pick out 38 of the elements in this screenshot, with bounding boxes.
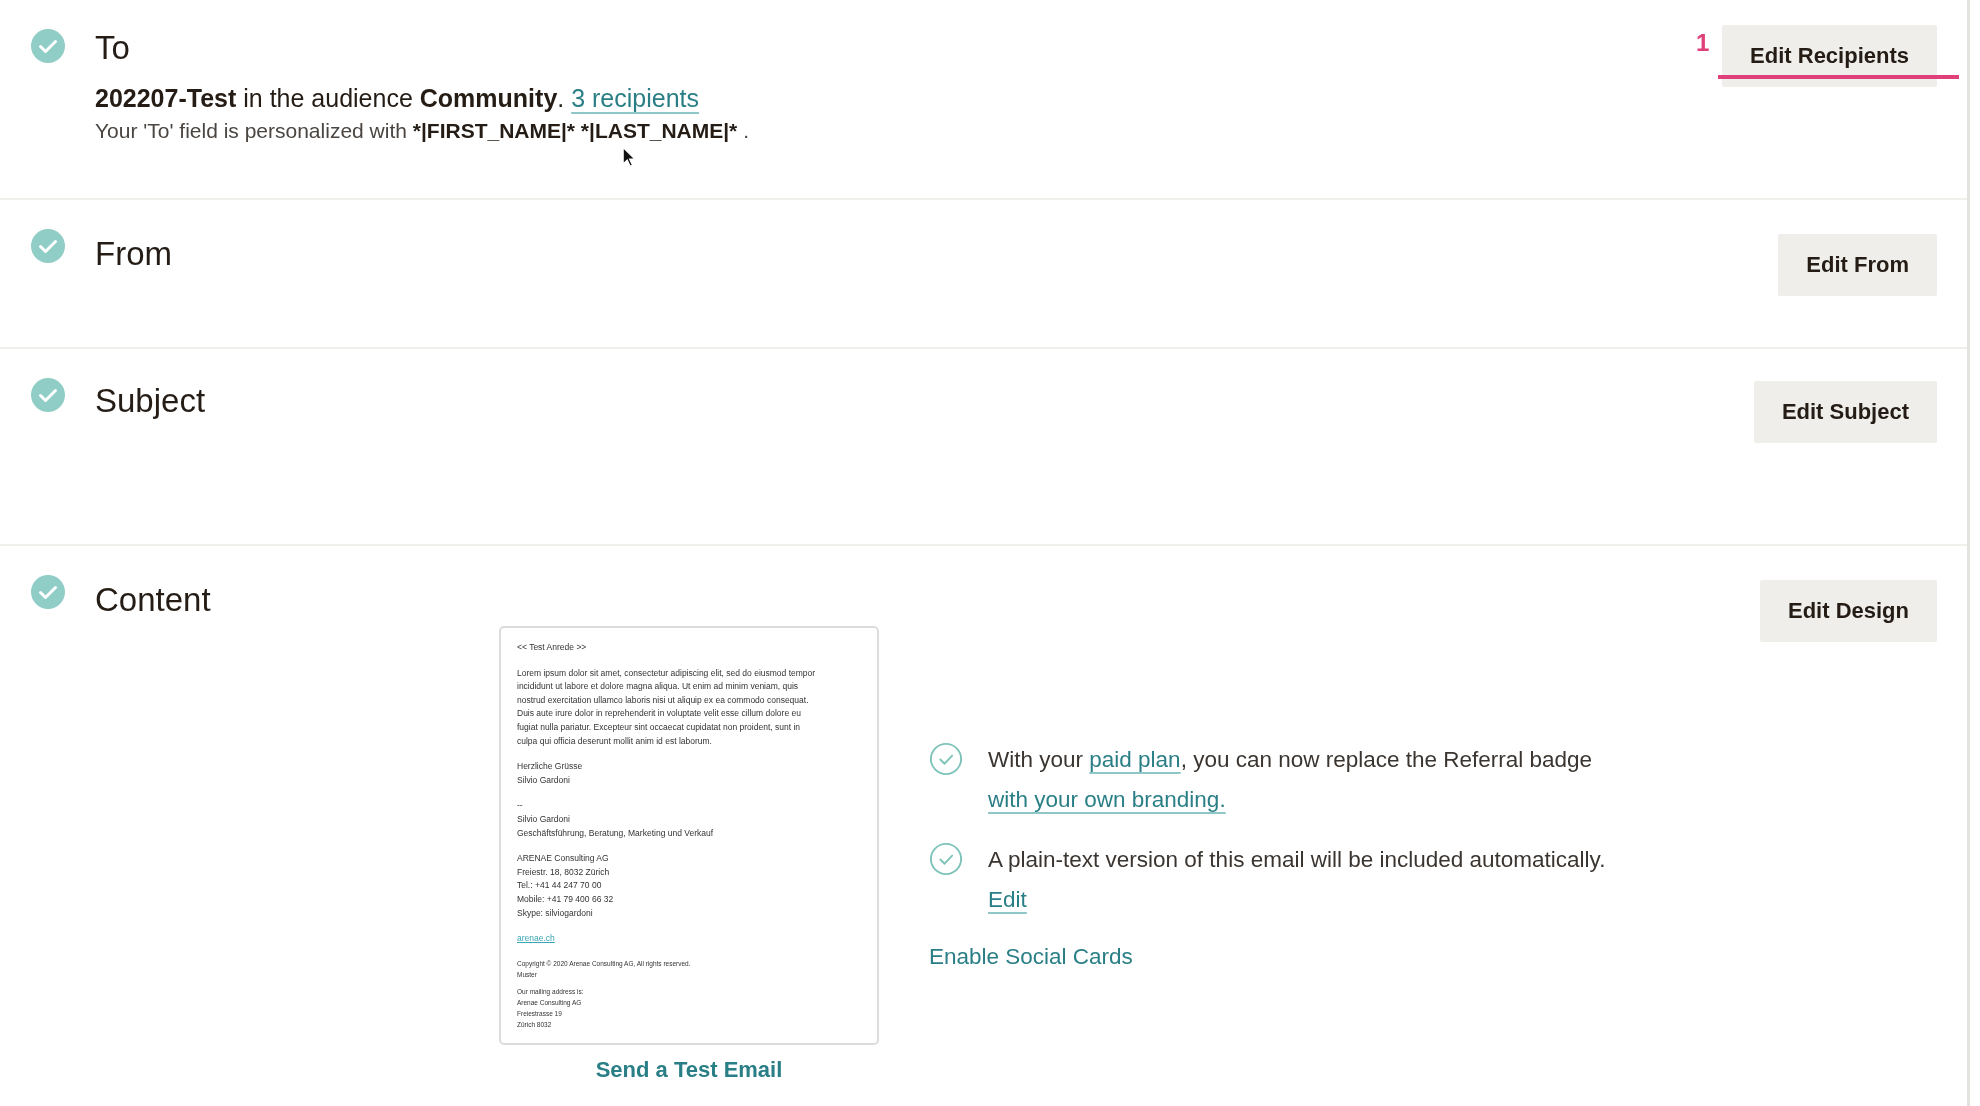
preview-line: << Test Anrede >>	[517, 641, 588, 654]
personalization-note: Your 'To' field is personalized with *|FIRST_NAME|* *|LAST_NAME|* .	[95, 119, 750, 143]
edit-button[interactable]: Edit Subject	[1753, 381, 1937, 443]
preview-line: Mobile: +41 79 400 66 32	[517, 892, 615, 906]
section-title: To	[95, 28, 130, 68]
preview-line: incididunt ut labore et dolore magna aliqua. Ut enim ad minim veniam, quis	[517, 680, 800, 694]
section-title: Content	[95, 580, 211, 620]
preview-line: Lorem ipsum dolor sit amet, consectetur adipiscing elit, sed do eiusmod tempor	[517, 666, 817, 680]
preview-line: nostrud exercitation ullamco laboris nisi ut aliquip ex ea commodo consequat.	[517, 693, 810, 707]
preview-line: culpa qui officia deserunt mollit anim id est laborum.	[517, 734, 713, 748]
preview-line: Silvio Gardoni	[517, 773, 571, 787]
recipients-link[interactable]: 3 recipients	[571, 84, 700, 112]
preview-line: Geschäftsführung, Beratung, Marketing und Verkauf	[517, 826, 715, 840]
text-link[interactable]: with your own branding.	[988, 787, 1226, 812]
edit-button[interactable]: Edit From	[1778, 234, 1937, 296]
audience-summary: 202207-Test in the audience Community. 3 recipients	[95, 83, 701, 114]
send-test-email-link[interactable]: Send a Test Email	[595, 1057, 783, 1083]
preview-line: --	[517, 799, 524, 813]
section-title: From	[95, 234, 172, 274]
check-icon	[929, 842, 963, 876]
preview-line: Herzliche Grüsse	[517, 760, 584, 774]
text-link[interactable]: Edit	[988, 887, 1027, 912]
check-icon	[929, 742, 963, 776]
preview-line: ARENAE Consulting AG	[517, 852, 610, 866]
preview-line: Tel.: +41 44 247 70 00	[517, 879, 603, 893]
annotation-number: 1	[1696, 29, 1710, 57]
info-text: A plain-text version of this email will be included automatically.	[988, 846, 1606, 874]
preview-line: Duis aute irure dolor in reprehenderit in voluptate velit esse cillum dolore eu	[517, 707, 802, 721]
text-link[interactable]: paid plan	[1089, 747, 1181, 772]
preview-line: fugiat nulla pariatur. Excepteur sint occaecat cupidatat non proident, sunt in	[517, 720, 802, 734]
preview-line: Skype: silviogardoni	[517, 906, 594, 920]
section-title: Subject	[95, 381, 206, 421]
info-text: With your paid plan, you can now replace the Referral badge	[988, 746, 1593, 774]
edit-button[interactable]: Edit Design	[1760, 580, 1937, 642]
social-cards-link[interactable]: Enable Social Cards	[929, 944, 1606, 970]
preview-line: Silvio Gardoni	[517, 812, 571, 826]
edit-button[interactable]: Edit Recipients	[1722, 25, 1937, 87]
preview-line: Freiestr. 18, 8032 Zürich	[517, 865, 611, 879]
